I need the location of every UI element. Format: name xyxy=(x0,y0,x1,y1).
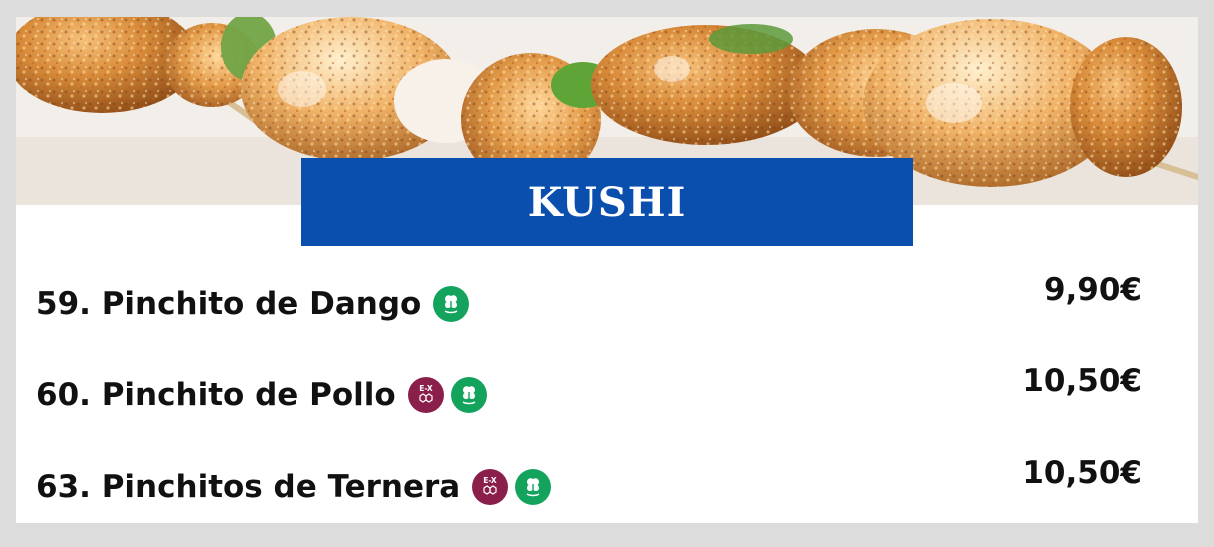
menu-card: KUSHI 59. Pinchito de Dango 9,90€ 60. Pi… xyxy=(16,17,1198,523)
menu-item-name-row: 63. Pinchitos de Ternera E-X xyxy=(36,469,552,505)
ex-badge-text: E-X xyxy=(419,384,433,393)
menu-item-name-row: 60. Pinchito de Pollo E-X xyxy=(36,377,487,413)
menu-item-price: 10,50€ xyxy=(1022,455,1142,491)
menu-item-63: 63. Pinchitos de Ternera E-X 10,50€ xyxy=(36,455,1158,505)
menu-item-label: 60. Pinchito de Pollo xyxy=(36,377,396,413)
ex-badge-text: E-X xyxy=(484,476,498,485)
menu-item-price: 9,90€ xyxy=(1043,272,1142,308)
menu-item-label: 59. Pinchito de Dango xyxy=(36,286,422,322)
menu-item-label: 63. Pinchitos de Ternera xyxy=(36,469,461,505)
menu-list: 59. Pinchito de Dango 9,90€ 60. Pinchito… xyxy=(16,17,1198,523)
menu-item-59: 59. Pinchito de Dango 9,90€ xyxy=(36,272,1158,322)
menu-item-60: 60. Pinchito de Pollo E-X 10,50€ xyxy=(36,363,1158,413)
vegetal-icon xyxy=(433,286,470,322)
ex-allergen-icon: E-X xyxy=(472,469,509,505)
ex-allergen-icon: E-X xyxy=(407,377,444,413)
menu-item-price: 10,50€ xyxy=(1022,363,1142,399)
vegetal-icon xyxy=(450,377,487,413)
menu-item-name-row: 59. Pinchito de Dango xyxy=(36,286,470,322)
vegetal-icon xyxy=(515,469,552,505)
